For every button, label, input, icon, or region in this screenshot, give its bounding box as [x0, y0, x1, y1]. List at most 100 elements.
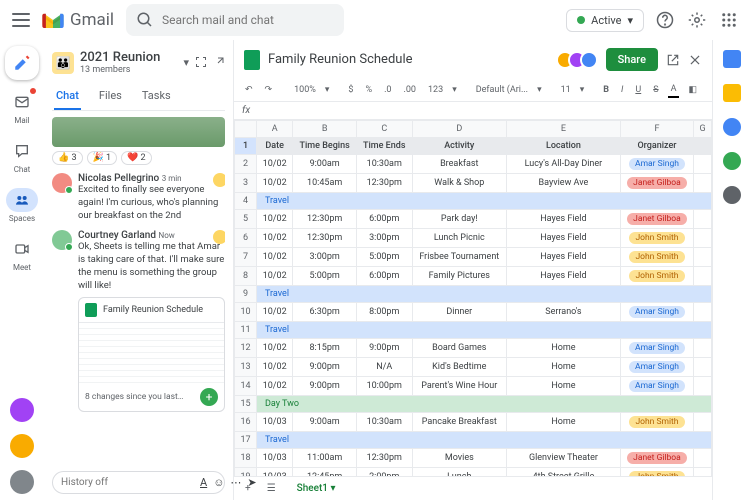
table-row[interactable]: 15Day Two: [235, 396, 712, 413]
nav-mail[interactable]: Mail: [0, 86, 44, 129]
table-row[interactable]: 810/025:00pm6:00pmFamily PicturesHayes F…: [235, 267, 712, 286]
fillcolor-icon[interactable]: ◧: [685, 83, 700, 97]
currency-button[interactable]: $: [345, 83, 356, 97]
active-dot-icon: [577, 16, 585, 24]
all-sheets-icon[interactable]: ☰: [264, 481, 279, 496]
column-header[interactable]: C: [356, 121, 412, 138]
chevron-down-icon[interactable]: ▾: [183, 56, 189, 69]
help-icon[interactable]: [656, 11, 674, 29]
formula-bar[interactable]: fx: [234, 102, 712, 120]
calendar-icon[interactable]: [723, 50, 741, 68]
column-header[interactable]: D: [412, 121, 507, 138]
reaction-chip[interactable]: 🎉 1: [87, 151, 118, 165]
compose-button[interactable]: [5, 46, 39, 80]
textcolor-button[interactable]: A: [668, 82, 680, 98]
fontsize-select[interactable]: 11: [558, 83, 574, 97]
user-avatar[interactable]: [10, 434, 34, 458]
message-list: 👍 3🎉 1❤️ 2 Nicolas Pellegrino 3 min Exci…: [52, 111, 225, 467]
reaction-icon[interactable]: [213, 173, 225, 187]
table-row[interactable]: 1610/039:00am10:30amPancake BreakfastHom…: [235, 413, 712, 432]
spreadsheet-grid[interactable]: ABCDEFG 1DateTime BeginsTime EndsActivit…: [234, 120, 712, 476]
doc-attachment-card[interactable]: Family Reunion Schedule 8 changes since …: [78, 297, 225, 412]
menu-icon[interactable]: [12, 13, 30, 27]
redo-icon[interactable]: ↷: [262, 83, 276, 97]
keep-icon[interactable]: [723, 84, 741, 102]
column-header[interactable]: E: [507, 121, 621, 138]
reaction-chip[interactable]: 👍 3: [52, 151, 83, 165]
column-header[interactable]: G: [694, 121, 712, 138]
user-avatar[interactable]: [10, 470, 34, 494]
table-row[interactable]: 9Travel: [235, 286, 712, 303]
undo-icon[interactable]: ↶: [242, 83, 256, 97]
table-row[interactable]: 1010/026:30pm8:00pmDinnerSerrano'sAmar S…: [235, 303, 712, 322]
collapse-icon[interactable]: [195, 56, 207, 68]
search-bar[interactable]: [126, 4, 344, 36]
nav-spaces[interactable]: Spaces: [0, 184, 44, 227]
tab-files[interactable]: Files: [97, 83, 124, 110]
close-icon[interactable]: [688, 53, 702, 67]
table-row[interactable]: 510/0212:30pm6:00pmPark day!Hayes FieldJ…: [235, 210, 712, 229]
tasks-icon[interactable]: [723, 118, 741, 136]
gear-icon[interactable]: [688, 11, 706, 29]
sheets-icon: [85, 303, 97, 317]
dec-button[interactable]: .00: [401, 83, 420, 97]
reaction-chip[interactable]: ❤️ 2: [121, 151, 152, 165]
table-row[interactable]: 17Travel: [235, 432, 712, 449]
column-header[interactable]: A: [257, 121, 293, 138]
contacts-icon[interactable]: [723, 152, 741, 170]
message-input[interactable]: [61, 477, 194, 488]
gmail-logo[interactable]: Gmail: [42, 10, 114, 30]
strike-button[interactable]: S: [650, 83, 661, 97]
status-active[interactable]: Active ▾: [566, 9, 644, 32]
table-row[interactable]: 11Travel: [235, 322, 712, 339]
sheets-icon: [244, 50, 260, 70]
share-button[interactable]: Share: [606, 48, 658, 71]
italic-button[interactable]: I: [618, 83, 626, 97]
sheet-title: Family Reunion Schedule: [268, 52, 413, 67]
percent-button[interactable]: %: [362, 83, 375, 97]
message-compose[interactable]: A ☺ ⋯ ➤: [52, 471, 225, 494]
format-icon[interactable]: A: [200, 476, 207, 489]
addons-icon[interactable]: [723, 186, 741, 204]
add-sheet-button[interactable]: +: [242, 481, 254, 496]
zoom-select[interactable]: 100%: [291, 83, 319, 97]
open-external-icon[interactable]: [666, 53, 680, 67]
nav-meet[interactable]: Meet: [0, 233, 44, 276]
avatar-icon: [52, 230, 72, 250]
tab-chat[interactable]: Chat: [54, 83, 81, 110]
column-header[interactable]: [235, 121, 257, 138]
apps-grid-icon[interactable]: [720, 11, 738, 29]
sheet-toolbar: ↶ ↷ 100%▾ $ % .0 .00 123▾ Default (Ari..…: [234, 79, 712, 102]
table-row[interactable]: 4Travel: [235, 193, 712, 210]
popout-icon[interactable]: [213, 56, 225, 68]
space-title: 2021 Reunion: [80, 50, 160, 65]
table-row[interactable]: 1410/029:00pm10:00pmParent's Wine HourHo…: [235, 377, 712, 396]
nav-chat[interactable]: Chat: [0, 135, 44, 178]
search-input[interactable]: [162, 13, 334, 27]
add-button[interactable]: +: [200, 388, 218, 406]
reaction-icon[interactable]: [213, 230, 225, 244]
column-header[interactable]: F: [620, 121, 693, 138]
message-author: Nicolas Pellegrino: [78, 173, 159, 184]
table-row[interactable]: 1310/029:00pmN/AKid's BedtimeHomeAmar Si…: [235, 358, 712, 377]
table-row[interactable]: 610/0212:30pm3:00pmLunch PicnicHayes Fie…: [235, 229, 712, 248]
tab-tasks[interactable]: Tasks: [140, 83, 173, 110]
image-attachment[interactable]: [52, 117, 225, 147]
underline-button[interactable]: U: [632, 83, 644, 97]
column-header[interactable]: B: [293, 121, 357, 138]
bold-button[interactable]: B: [600, 83, 612, 97]
format-button[interactable]: 123: [425, 83, 446, 97]
table-row[interactable]: 1210/028:15pm9:00pmBoard GamesHomeAmar S…: [235, 339, 712, 358]
collaborator-avatars[interactable]: [562, 51, 598, 69]
table-row[interactable]: 1810/0311:00am12:30pmMoviesGlenview Thea…: [235, 449, 712, 468]
table-row[interactable]: 710/023:00pm5:00pmFrisbee TournamentHaye…: [235, 248, 712, 267]
user-avatar[interactable]: [10, 398, 34, 422]
sheet-tab[interactable]: Sheet1 ▾: [289, 480, 344, 497]
dec-button[interactable]: .0: [381, 83, 394, 97]
table-row[interactable]: 1910/0312:45pm2:00pmLunch4th Street Gril…: [235, 468, 712, 477]
emoji-icon[interactable]: ☺: [213, 476, 224, 489]
font-select[interactable]: Default (Ari...: [473, 83, 531, 97]
table-row[interactable]: 210/029:00am10:30amBreakfastLucy's All-D…: [235, 155, 712, 174]
table-row[interactable]: 310/0210:45am12:30pmWalk & ShopBayview A…: [235, 174, 712, 193]
sheet-tab-bar: + ☰ Sheet1 ▾: [234, 476, 712, 500]
